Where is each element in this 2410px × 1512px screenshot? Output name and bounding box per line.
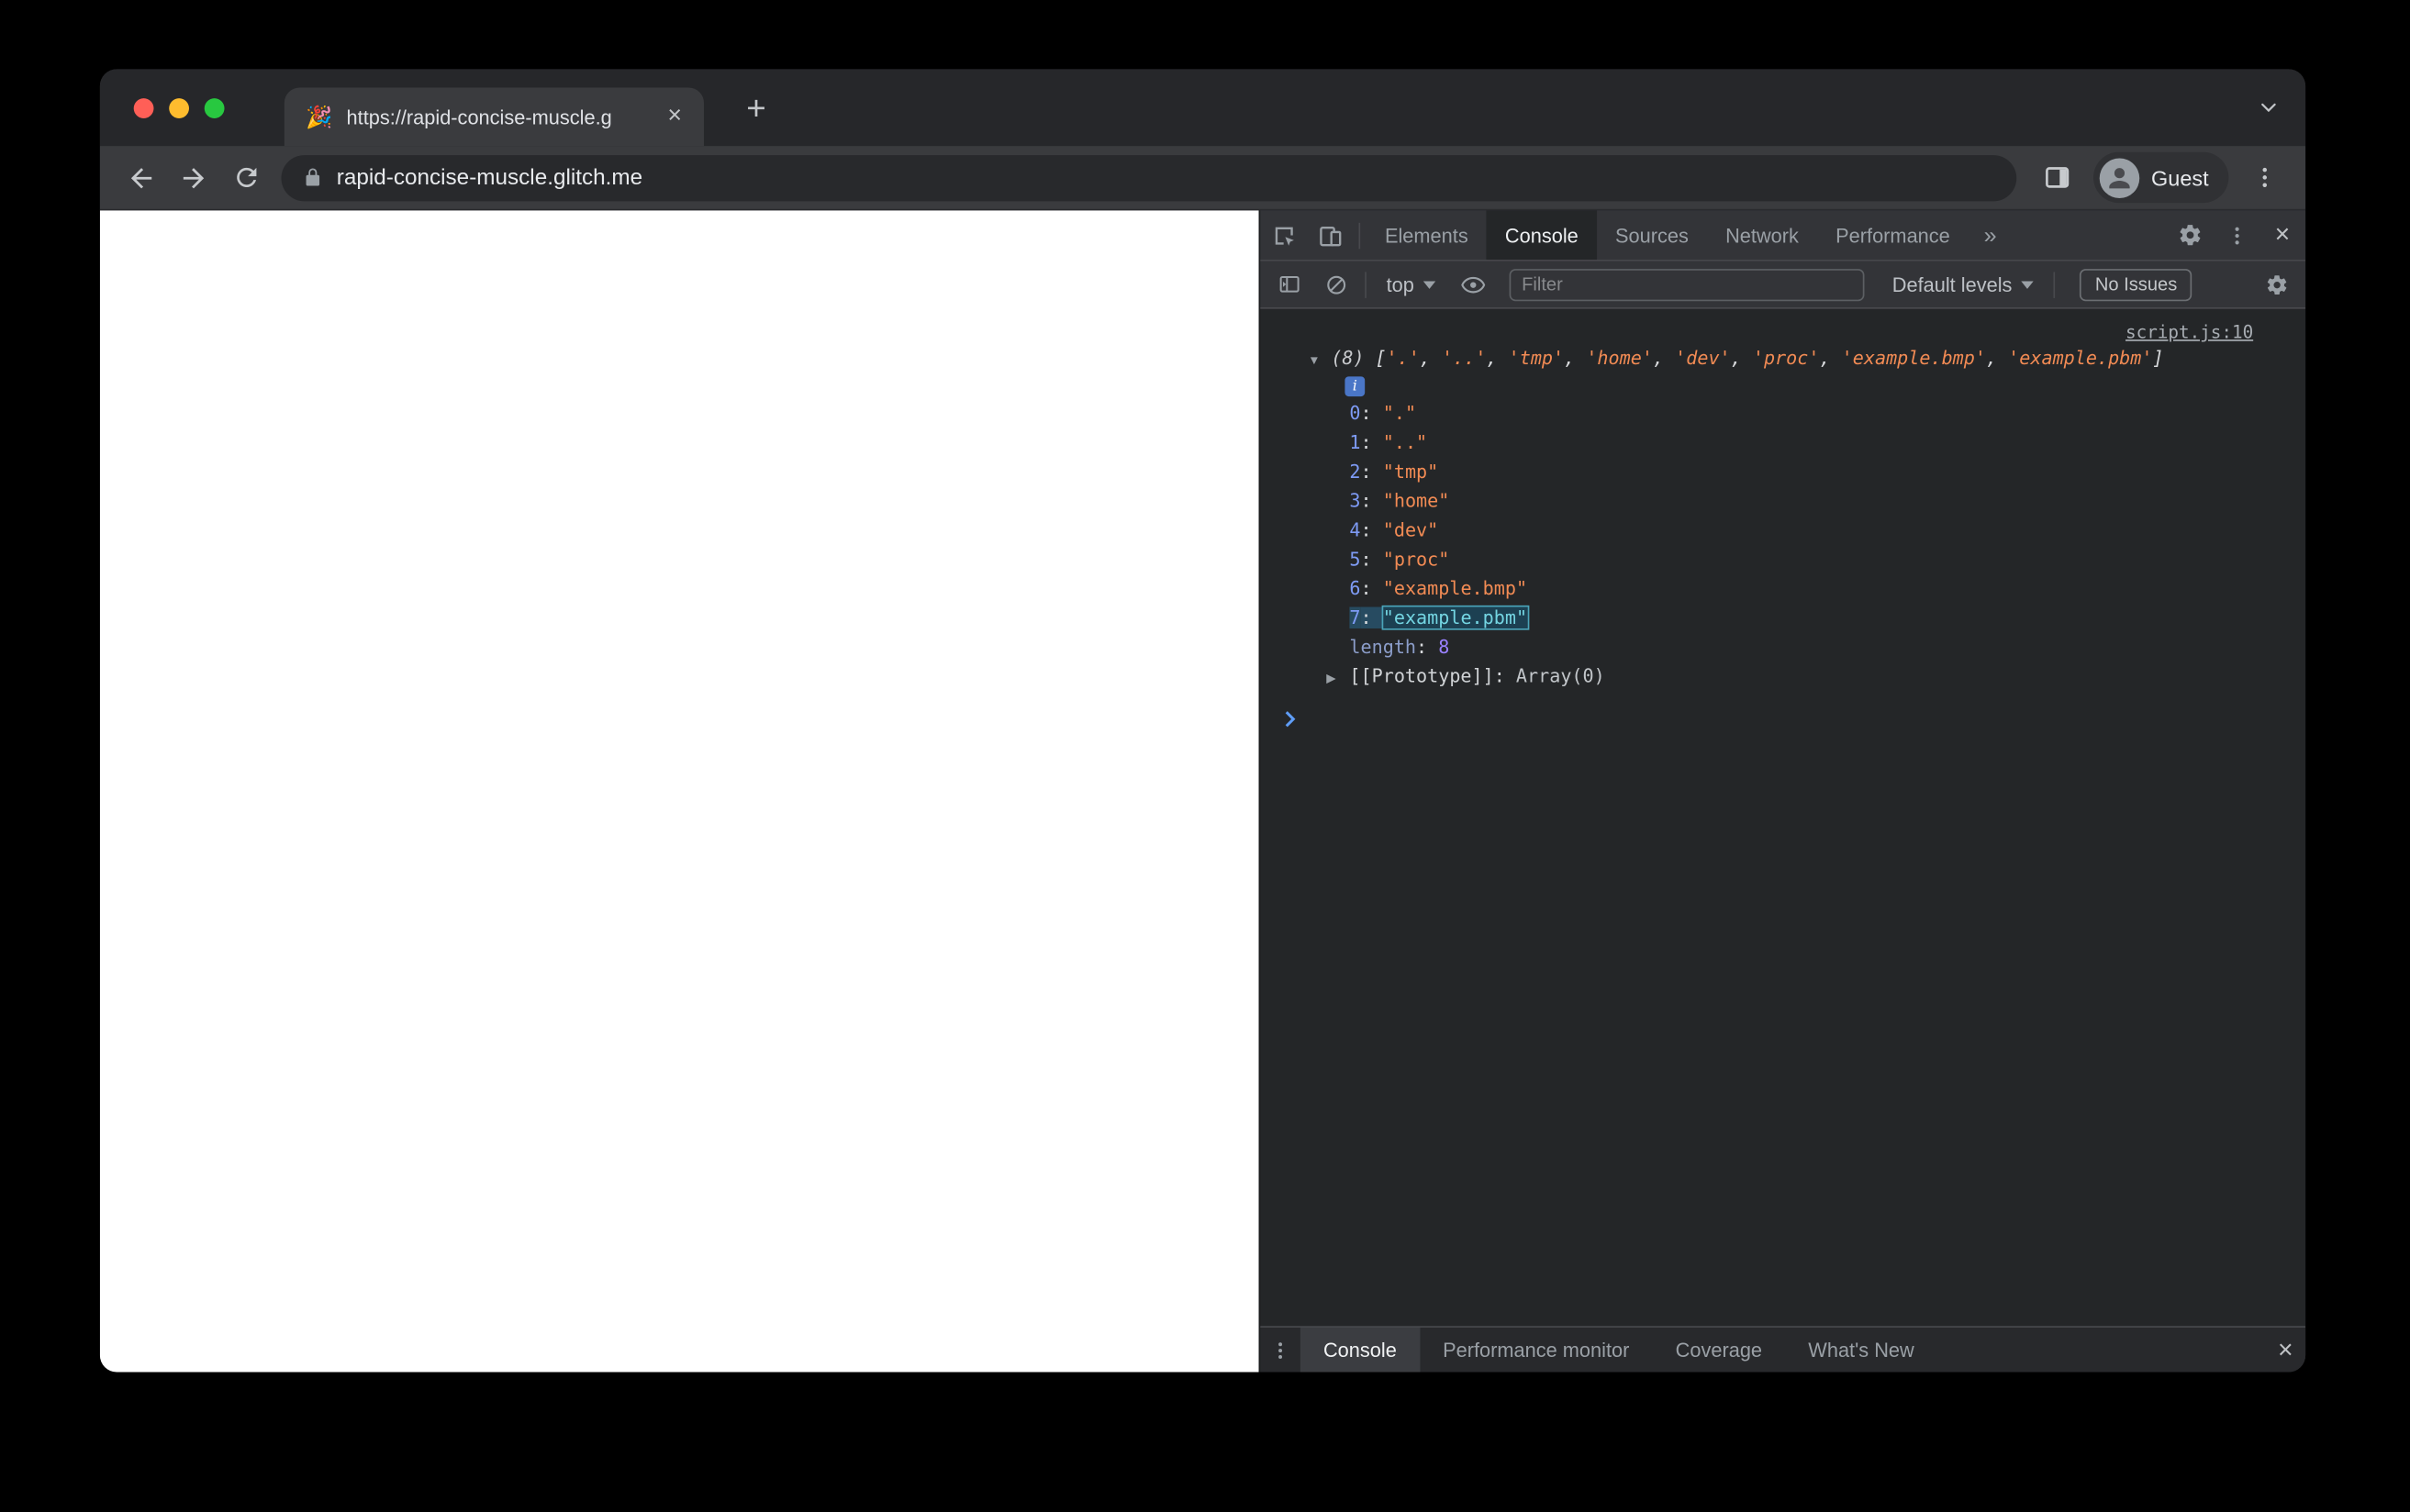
more-tabs-button[interactable]: »	[1969, 222, 2012, 248]
new-tab-button[interactable]: +	[733, 86, 779, 132]
console-settings-gear-icon[interactable]	[2253, 262, 2299, 306]
url-text: rapid-concise-muscle.glitch.me	[336, 165, 643, 190]
array-item-row: 5: "proc"	[1349, 548, 1450, 571]
array-preview: ▼ (8) ['.', '..', 'tmp', 'home', 'dev', '…	[1260, 344, 2305, 373]
log-levels-selector[interactable]: Default levels	[1879, 272, 2047, 295]
tab-performance[interactable]: Performance	[1817, 210, 1969, 260]
array-item-row: 0: "."	[1349, 402, 1417, 425]
filter-input[interactable]	[1509, 268, 1865, 301]
bracket: ]	[2152, 347, 2164, 369]
device-toolbar-icon[interactable]	[1307, 214, 1353, 257]
tab-sources[interactable]: Sources	[1597, 210, 1707, 260]
drawer-tab-coverage[interactable]: Coverage	[1653, 1328, 1786, 1373]
devtools-menu-icon[interactable]	[2214, 214, 2259, 257]
devtools-close-icon[interactable]: ×	[2259, 214, 2305, 257]
array-item-row: 3: "home"	[1349, 490, 1450, 512]
inspect-element-icon[interactable]	[1260, 214, 1306, 257]
avatar	[2099, 157, 2139, 198]
close-window-button[interactable]	[133, 98, 154, 118]
console-toolbar: top Default levels No Issues	[1260, 261, 2306, 309]
array-item-row: 4: "dev"	[1349, 519, 1439, 541]
drawer-menu-icon[interactable]	[1260, 1329, 1300, 1372]
array-item-row: 2: "tmp"	[1349, 461, 1439, 483]
browser-window: 🎉 https://rapid-concise-muscle.g × + rap…	[99, 69, 2306, 1373]
tab-network[interactable]: Network	[1707, 210, 1817, 260]
prototype-value: Array(0)	[1515, 665, 1605, 687]
url-bar[interactable]: rapid-concise-muscle.glitch.me	[281, 154, 2016, 201]
array-item-row: 6: "example.bmp"	[1349, 577, 1528, 600]
array-preview-items: '.', '..', 'tmp', 'home', 'dev', 'proc',…	[1386, 347, 2153, 369]
tab-title: https://rapid-concise-muscle.g	[346, 105, 612, 128]
divider	[1358, 222, 1361, 249]
settings-gear-icon[interactable]	[2167, 214, 2213, 257]
colon: :	[1493, 665, 1516, 687]
chevron-down-icon	[2021, 280, 2034, 289]
clear-console-icon[interactable]	[1312, 262, 1358, 306]
drawer-tab-whats-new[interactable]: What's New	[1785, 1328, 1937, 1373]
array-item-row: 7: "example.pbm"	[1349, 605, 1529, 630]
devtools-tabbar: Elements Console Sources Network Perform…	[1260, 210, 2306, 261]
divider	[1365, 271, 1367, 298]
profile-chip[interactable]: Guest	[2092, 151, 2229, 204]
browser-toolbar: rapid-concise-muscle.glitch.me Guest	[99, 146, 2306, 211]
array-count: (8)	[1331, 347, 1365, 369]
tab-strip: 🎉 https://rapid-concise-muscle.g × +	[99, 69, 2306, 147]
collapse-triangle-icon[interactable]: ▼	[1308, 346, 1320, 375]
info-icon[interactable]: i	[1344, 376, 1366, 397]
length-value: 8	[1438, 636, 1450, 658]
reload-button[interactable]	[219, 151, 272, 204]
zoom-window-button[interactable]	[204, 98, 225, 118]
info-row: i	[1260, 373, 2305, 399]
prompt-chevron-icon	[1285, 710, 1296, 727]
prototype-row[interactable]: ▶ [[Prototype]]: Array(0)	[1260, 662, 2305, 692]
console-output[interactable]: script.js:10 ▼ (8) ['.', '..', 'tmp', 'ho…	[1260, 309, 2305, 1327]
source-link[interactable]: script.js:10	[2125, 321, 2253, 342]
context-selector[interactable]: top	[1373, 272, 1450, 295]
divider	[2053, 271, 2056, 298]
issues-counter[interactable]: No Issues	[2080, 268, 2192, 301]
tab-console[interactable]: Console	[1486, 210, 1597, 261]
lock-icon	[306, 168, 320, 186]
console-sidebar-icon[interactable]	[1266, 262, 1312, 306]
drawer-tab-console[interactable]: Console	[1300, 1327, 1420, 1373]
array-item-row: 1: ".."	[1349, 431, 1428, 454]
browser-menu-button[interactable]	[2237, 151, 2290, 204]
browser-tab[interactable]: 🎉 https://rapid-concise-muscle.g ×	[284, 87, 705, 147]
bracket: [	[1375, 347, 1387, 369]
tab-favicon-icon: 🎉	[306, 104, 333, 128]
minimize-window-button[interactable]	[169, 98, 189, 118]
window-content: Elements Console Sources Network Perform…	[99, 210, 2306, 1373]
devtools-panel: Elements Console Sources Network Perform…	[1258, 210, 2306, 1373]
screen: 🎉 https://rapid-concise-muscle.g × + rap…	[0, 0, 2410, 1512]
devtools-drawer: Console Performance monitor Coverage Wha…	[1260, 1326, 2306, 1373]
length-label: length	[1349, 636, 1417, 658]
tab-search-chevron-icon[interactable]	[2257, 95, 2282, 120]
array-items: 0: "." 1: ".." 2: "tmp" 3: "home" 4: "dev" 5:…	[1260, 399, 2305, 633]
live-expression-eye-icon[interactable]	[1449, 262, 1495, 306]
colon: :	[1416, 636, 1439, 658]
window-controls	[133, 98, 225, 118]
back-button[interactable]	[116, 151, 168, 204]
log-source-row: script.js:10	[1260, 319, 2305, 344]
drawer-close-icon[interactable]: ×	[2266, 1329, 2306, 1372]
side-panel-button[interactable]	[2031, 151, 2083, 204]
tab-elements[interactable]: Elements	[1367, 210, 1487, 260]
tab-close-icon[interactable]: ×	[661, 103, 688, 130]
chevron-down-icon	[1423, 280, 1436, 289]
console-prompt[interactable]	[1260, 706, 2305, 731]
expand-triangle-icon[interactable]: ▶	[1326, 663, 1335, 693]
forward-button[interactable]	[168, 151, 220, 204]
prototype-label: [[Prototype]]	[1349, 665, 1494, 687]
length-row: length: 8	[1260, 633, 2305, 662]
drawer-tab-performance-monitor[interactable]: Performance monitor	[1420, 1328, 1653, 1373]
page-viewport[interactable]	[99, 210, 1259, 1373]
profile-label: Guest	[2151, 165, 2209, 190]
